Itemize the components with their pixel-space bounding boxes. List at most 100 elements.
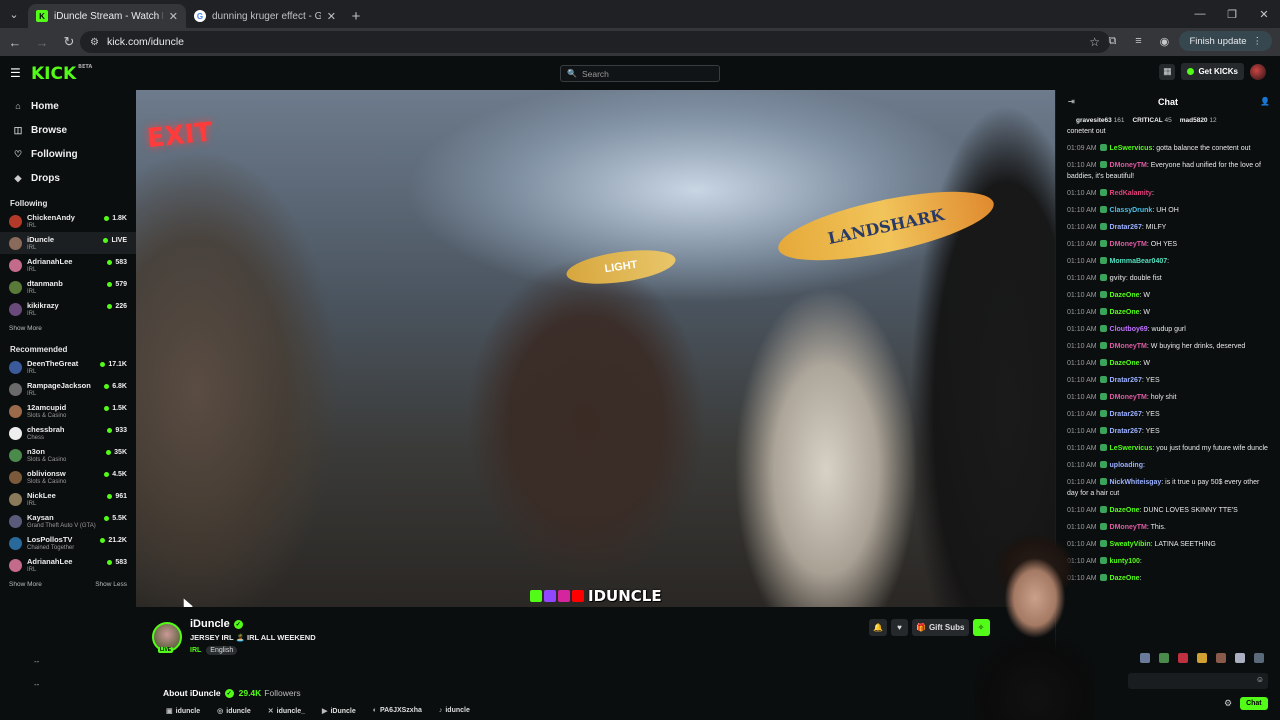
leaderboard-entry[interactable]: mad5820 12 (1180, 117, 1217, 124)
theater-mode-icon[interactable]: ▦ (1159, 63, 1176, 80)
tab-search-icon[interactable]: ⌄ (0, 0, 28, 28)
sidebar-channel[interactable]: 12amcupid Slots & Casino 1.5K (0, 400, 136, 422)
forward-icon[interactable]: → (30, 30, 54, 54)
emote-icon[interactable] (1216, 653, 1226, 663)
message-username[interactable]: Cloutboy69 (1110, 326, 1148, 333)
show-less-label[interactable]: Show Less (95, 581, 127, 588)
finish-update-button[interactable]: Finish update ⋮ (1179, 31, 1272, 51)
chat-settings-icon[interactable]: ⚙ (1224, 698, 1232, 709)
kick-logo[interactable]: KICK BETA (31, 64, 92, 84)
leaderboard-entry[interactable]: gravesite63 161 (1076, 117, 1124, 124)
emote-icon[interactable] (1254, 653, 1264, 663)
sidebar-channel[interactable]: n3on Slots & Casino 35K (0, 444, 136, 466)
profile-icon[interactable]: ◉ (1153, 30, 1175, 52)
sidebar-channel[interactable]: iDuncle IRL LIVE (0, 232, 136, 254)
sidebar-channel[interactable]: RampageJackson IRL 6.8K (0, 378, 136, 400)
browser-tab-1[interactable]: K iDuncle Stream - Watch Live on ✕ (28, 4, 186, 28)
leaderboard-entry[interactable]: CRITICAL 45 (1132, 117, 1171, 124)
emote-icon[interactable] (1159, 653, 1169, 663)
media-control-icon[interactable]: ≡ (1127, 30, 1149, 52)
minimize-icon[interactable]: — (1184, 0, 1216, 28)
sidebar-channel[interactable]: DeenTheGreat IRL 17.1K (0, 356, 136, 378)
gift-subs-button[interactable]: 🎁 Gift Subs (911, 619, 969, 636)
close-tab-icon[interactable]: ✕ (169, 10, 178, 23)
sidebar-nav-home[interactable]: ⌂ Home (0, 94, 136, 118)
search-input[interactable]: 🔍 Search (560, 65, 720, 82)
site-info-icon[interactable]: ⚙ (90, 37, 99, 48)
show-more-following[interactable]: Show More (0, 320, 136, 336)
hamburger-menu-icon[interactable]: ☰ (10, 66, 21, 80)
new-tab-button[interactable]: + (344, 4, 368, 28)
restore-icon[interactable]: ❐ (1216, 0, 1248, 28)
social-link[interactable]: ◐ PA6JXSzxha (373, 707, 422, 715)
message-username[interactable]: Dratar267 (1110, 428, 1142, 435)
close-window-icon[interactable]: ✕ (1248, 0, 1280, 28)
chat-input[interactable]: ☺ (1128, 673, 1268, 689)
chat-users-icon[interactable]: 👤 (1260, 97, 1270, 106)
notification-bell-icon[interactable]: 🔔 (869, 619, 887, 636)
bookmark-star-icon[interactable]: ☆ (1089, 35, 1100, 49)
message-username[interactable]: gvity (1110, 275, 1126, 282)
sidebar-channel[interactable]: kikikrazy IRL 226 (0, 298, 136, 320)
message-username[interactable]: NickWhiteisgay (1110, 479, 1162, 486)
message-username[interactable]: kunty100 (1110, 558, 1140, 565)
message-username[interactable]: SweatyVibin (1110, 541, 1151, 548)
social-link[interactable]: ♪ iduncle (439, 707, 470, 715)
social-link[interactable]: ▣ iduncle (166, 707, 200, 715)
message-username[interactable]: RedKalamity (1110, 190, 1152, 197)
chat-send-button[interactable]: Chat (1240, 697, 1268, 710)
message-username[interactable]: DazeOne (1110, 360, 1140, 367)
follow-heart-icon[interactable]: ♥ (890, 619, 908, 636)
message-username[interactable]: Dratar267 (1110, 224, 1142, 231)
back-icon[interactable]: ← (3, 30, 27, 54)
message-username[interactable]: Dratar267 (1110, 411, 1142, 418)
emote-icon[interactable] (1140, 653, 1150, 663)
message-username[interactable]: DMoneyTM (1110, 524, 1147, 531)
show-more-label[interactable]: Show More (9, 581, 42, 588)
sidebar-channel[interactable]: AdrianahLee IRL 583 (0, 254, 136, 276)
category-link[interactable]: IRL (190, 647, 201, 654)
message-username[interactable]: uploading (1110, 462, 1143, 469)
message-username[interactable]: DMoneyTM (1110, 162, 1147, 169)
message-username[interactable]: DMoneyTM (1110, 394, 1147, 401)
close-tab-icon[interactable]: ✕ (327, 10, 336, 23)
user-avatar[interactable] (1250, 63, 1266, 80)
collapse-chat-icon[interactable]: ⇥ (1068, 97, 1075, 106)
message-username[interactable]: DMoneyTM (1110, 343, 1147, 350)
sidebar-channel[interactable]: dtanmanb IRL 579 (0, 276, 136, 298)
sidebar-nav-browse[interactable]: ◫ Browse (0, 118, 136, 142)
social-link[interactable]: ▶ iDuncle (322, 707, 356, 715)
message-username[interactable]: ClassyDrunk (1110, 207, 1153, 214)
sidebar-nav-drops[interactable]: ◆ Drops (0, 166, 136, 190)
sidebar-channel[interactable]: LosPollosTV Chained Together 21.2K (0, 532, 136, 554)
emoji-picker-icon[interactable]: ☺ (1256, 675, 1264, 684)
social-link[interactable]: ◎ iduncle (217, 707, 251, 715)
sidebar-nav-following[interactable]: ♡ Following (0, 142, 136, 166)
browser-tab-2[interactable]: G dunning kruger effect - Google ✕ (186, 4, 344, 28)
video-player[interactable]: EXIT LANDSHARK LIGHT IDUNCLE (136, 90, 1055, 607)
sidebar-channel[interactable]: ChickenAndy IRL 1.8K (0, 210, 136, 232)
language-tag[interactable]: English (206, 646, 238, 655)
sidebar-channel[interactable]: AdrianahLee IRL 583 (0, 554, 136, 576)
message-username[interactable]: LeSwervicus (1110, 445, 1153, 452)
message-username[interactable]: DazeOne (1110, 575, 1140, 582)
emote-icon[interactable] (1197, 653, 1207, 663)
address-bar[interactable]: ⚙ kick.com/iduncle ☆ (80, 31, 1110, 53)
channel-name[interactable]: iDuncle (190, 618, 230, 630)
sidebar-channel[interactable]: NickLee IRL 961 (0, 488, 136, 510)
extensions-icon[interactable]: ⧉ (1101, 30, 1123, 52)
message-username[interactable]: DMoneyTM (1110, 241, 1147, 248)
message-username[interactable]: Dratar267 (1110, 377, 1142, 384)
emote-icon[interactable] (1235, 653, 1245, 663)
social-link[interactable]: ✕ iduncle_ (268, 707, 305, 715)
message-username[interactable]: DazeOne (1110, 292, 1140, 299)
reload-icon[interactable]: ↻ (57, 30, 81, 54)
message-username[interactable]: LeSwervicus (1110, 145, 1153, 152)
emote-icon[interactable] (1178, 653, 1188, 663)
message-username[interactable]: DazeOne (1110, 507, 1140, 514)
message-username[interactable]: DazeOne (1110, 309, 1140, 316)
get-kicks-button[interactable]: Get KICKs (1181, 63, 1244, 80)
message-username[interactable]: MommaBear0407 (1110, 258, 1168, 265)
sidebar-channel[interactable]: oblivionsw Slots & Casino 4.5K (0, 466, 136, 488)
sidebar-channel[interactable]: chessbrah Chess 933 (0, 422, 136, 444)
